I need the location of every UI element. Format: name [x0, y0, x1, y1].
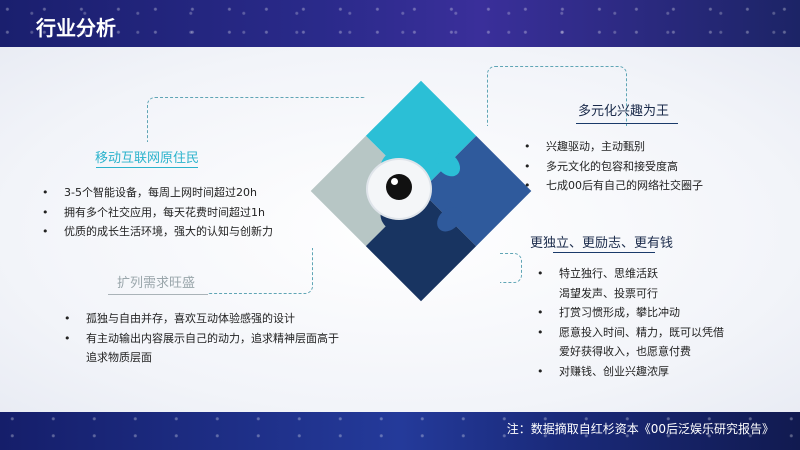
list-item: 七成00后有自己的网络社交圈子	[524, 176, 703, 196]
interest-list: 兴趣驱动，主动甄别 多元文化的包容和接受度高 七成00后有自己的网络社交圈子	[524, 137, 703, 196]
mascot-icon	[368, 160, 430, 218]
section-title-interest: 多元化兴趣为王	[578, 104, 670, 119]
title-underline	[108, 294, 208, 295]
connector-right-bottom	[500, 253, 522, 283]
page-title: 行业分析	[36, 16, 116, 40]
list-item-continued: 渴望发声、投票可行	[559, 286, 658, 300]
section-title-independent: 更独立、更励志、更有钱	[530, 236, 674, 251]
social-list: 孤独与自由并存，喜欢互动体验感强的设计 有主动输出内容展示自己的动力，追求精神层…	[64, 309, 339, 368]
list-item: 拥有多个社交应用，每天花费时间超过1h	[42, 203, 273, 223]
list-item: 孤独与自由并存，喜欢互动体验感强的设计	[64, 309, 339, 329]
list-item: 打赏习惯形成，攀比冲动	[537, 303, 724, 323]
list-item: 优质的成长生活环境，强大的认知与创新力	[42, 222, 273, 242]
list-item-continued: 追求物质层面	[86, 351, 152, 364]
list-item: 多元文化的包容和接受度高	[524, 157, 703, 177]
list-item: 3-5个智能设备，每周上网时间超过20h	[42, 183, 273, 203]
connector-left-bottom	[208, 248, 313, 294]
header-bar	[0, 0, 800, 47]
list-item: 对赚钱、创业兴趣浓厚	[537, 362, 724, 382]
connector-top-left	[147, 97, 365, 142]
section-title-social: 扩列需求旺盛	[117, 276, 196, 291]
title-underline	[553, 252, 655, 253]
section-title-mobile: 移动互联网原住民	[95, 151, 200, 166]
list-item: 有主动输出内容展示自己的动力，追求精神层面高于	[64, 329, 339, 349]
list-item: 兴趣驱动，主动甄别	[524, 137, 703, 157]
list-item: 特立独行、思维活跃	[537, 264, 724, 284]
source-note: 注：数据摘取自红杉资本《00后泛娱乐研究报告》	[506, 422, 774, 436]
title-underline	[96, 167, 198, 168]
list-item: 愿意投入时间、精力，既可以凭借	[537, 323, 724, 343]
title-underline	[576, 123, 678, 124]
independent-list: 特立独行、思维活跃 渴望发声、投票可行 打赏习惯形成，攀比冲动 愿意投入时间、精…	[537, 264, 724, 381]
list-item-continued: 爱好获得收入，也愿意付费	[559, 345, 691, 358]
mobile-list: 3-5个智能设备，每周上网时间超过20h 拥有多个社交应用，每天花费时间超过1h…	[42, 183, 273, 242]
